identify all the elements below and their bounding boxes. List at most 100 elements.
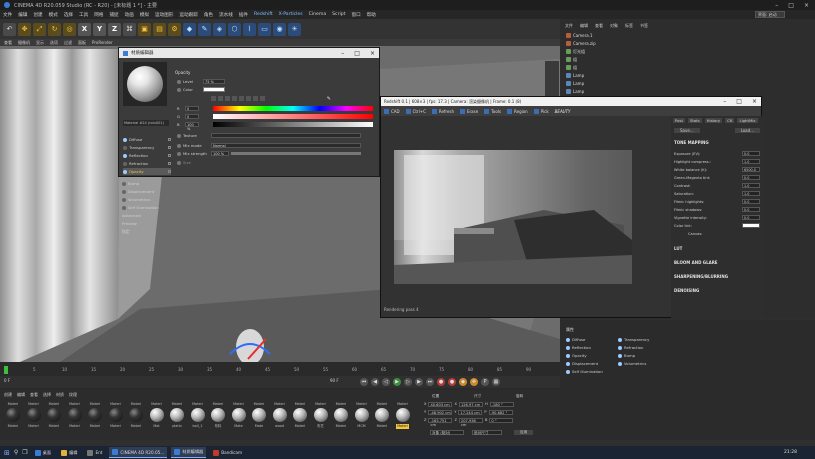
om-menu-objects[interactable]: 对象 <box>610 23 618 29</box>
channel-advanced[interactable]: Advanced <box>122 212 170 219</box>
tab-post[interactable]: Post <box>673 118 685 123</box>
mixer-icon[interactable] <box>253 96 258 101</box>
color-tint-swatch[interactable] <box>742 223 760 228</box>
menu-script[interactable]: Script <box>332 12 345 17</box>
white-balance-input[interactable]: 6500.0 <box>742 167 760 172</box>
vp-menu-options[interactable]: 选项 <box>50 40 58 46</box>
attr-row[interactable]: Refraction <box>618 344 643 351</box>
mm-menu-create[interactable]: 创建 <box>4 392 12 398</box>
channel-checkbox[interactable] <box>168 138 171 141</box>
contrast-input[interactable]: 1.0 <box>742 183 760 188</box>
material-thumbnail[interactable]: Materi MCM <box>353 402 371 436</box>
render-view-icon[interactable]: ▣ <box>138 22 151 36</box>
menu-redshift[interactable]: Redshift <box>254 12 273 17</box>
object-row[interactable]: 组 <box>566 56 577 63</box>
pla-icon[interactable]: ▦ <box>492 378 500 386</box>
pos-z-input[interactable]: -165.751 cm <box>428 417 453 427</box>
material-thumbnail[interactable]: Materi Mat <box>148 402 166 436</box>
go-end-icon[interactable]: ⏭ <box>426 378 434 386</box>
size-x-input[interactable]: 126.97 cm <box>458 401 483 407</box>
om-menu-view[interactable]: 查看 <box>595 23 603 29</box>
spectrum-icon[interactable] <box>218 96 223 101</box>
mm-menu-edit[interactable]: 编辑 <box>17 392 25 398</box>
vignette-input[interactable]: 0.0 <box>742 215 760 220</box>
mm-menu-select[interactable]: 选择 <box>43 392 51 398</box>
tab-history[interactable]: History <box>704 118 723 123</box>
task-desktop[interactable]: 桌面 <box>32 447 54 458</box>
size-z-input[interactable]: 207.936 cm <box>458 417 483 427</box>
mm-menu-texture[interactable]: 纹理 <box>69 392 77 398</box>
tint-input[interactable]: 0.0 <box>742 175 760 180</box>
search-icon[interactable]: ⚲ <box>14 449 18 456</box>
object-row[interactable]: 灯光组 <box>566 48 585 55</box>
render-settings-icon[interactable]: ⚙ <box>168 22 181 36</box>
task-view-icon[interactable]: ❐ <box>22 449 27 456</box>
material-thumbnail[interactable]: Materi Materi <box>373 402 391 436</box>
layout-select[interactable]: 界面: 启动 <box>755 11 785 18</box>
rotate-tool-icon[interactable]: ↻ <box>48 22 61 36</box>
cube-icon[interactable]: ◆ <box>183 22 196 36</box>
b-input[interactable]: 100 % <box>185 122 199 131</box>
go-start-icon[interactable]: ⏮ <box>360 378 368 386</box>
saturation-slider[interactable] <box>213 114 373 119</box>
play-icon[interactable]: ▶ <box>393 378 401 386</box>
menu-mesh[interactable]: 网格 <box>94 12 103 18</box>
om-menu-file[interactable]: 文件 <box>565 23 573 29</box>
material-thumbnail[interactable]: Materi Materi <box>107 402 125 436</box>
channel-diffuse[interactable]: Diffuse <box>123 136 171 143</box>
attr-row[interactable]: Diffuse <box>566 336 585 343</box>
tab-cr[interactable]: CR <box>725 118 735 123</box>
camera-icon[interactable]: ◉ <box>273 22 286 36</box>
clock[interactable]: 21:28 <box>784 450 815 455</box>
channel-checkbox[interactable] <box>168 162 171 165</box>
vp-menu-camera[interactable]: 摄像机 <box>18 40 30 46</box>
start-frame[interactable]: 0 F <box>4 378 10 383</box>
rot-b-input[interactable]: 0 ° <box>489 417 514 423</box>
menu-cinema[interactable]: Cinema <box>309 12 327 17</box>
swatches-icon[interactable] <box>260 96 265 101</box>
prev-frame-icon[interactable]: ◁ <box>382 378 390 386</box>
saturation-input[interactable]: 1.0 <box>742 191 760 196</box>
menu-help[interactable]: 帮助 <box>367 12 376 18</box>
subdivision-icon[interactable]: ◈ <box>213 22 226 36</box>
material-thumbnail[interactable]: Materi platin <box>168 402 186 436</box>
scale-tool-icon[interactable]: ⤢ <box>33 22 46 36</box>
channel-volumetrics[interactable]: Volumetrics <box>122 196 170 203</box>
object-row[interactable]: Lamp <box>566 80 584 87</box>
attr-row[interactable]: Reflection <box>566 344 591 351</box>
save-button[interactable]: Save... <box>674 128 700 133</box>
highlight-input[interactable]: 1.0 <box>742 159 760 164</box>
attr-row[interactable]: Bump <box>618 352 635 359</box>
attr-row[interactable]: Transparency <box>618 336 649 343</box>
menu-select[interactable]: 选择 <box>64 12 73 18</box>
filmic-highlights-input[interactable]: 0.0 <box>742 199 760 204</box>
close-button[interactable]: × <box>804 2 809 9</box>
deformer-icon[interactable]: ⌇ <box>243 22 256 36</box>
attr-row[interactable]: Opacity <box>566 352 587 359</box>
material-thumbnail[interactable]: Materi ball_1 <box>189 402 207 436</box>
attr-row[interactable]: Volumetrics <box>618 360 646 367</box>
aov-select[interactable]: BEAUTY <box>555 109 571 114</box>
hue-slider[interactable] <box>213 106 373 111</box>
lut-header[interactable]: LUT <box>674 246 682 251</box>
bloom-header[interactable]: BLOOM AND GLARE <box>674 260 718 265</box>
material-thumbnail[interactable]: Materi 布艺 <box>312 402 330 436</box>
region-button[interactable]: Region <box>507 108 528 114</box>
autokey-icon[interactable]: ● <box>448 378 456 386</box>
maximize-button[interactable]: □ <box>354 50 360 57</box>
material-thumbnail[interactable]: Materi Materi <box>25 402 43 436</box>
size-y-input[interactable]: 17.244 cm <box>458 409 483 415</box>
render-image[interactable] <box>394 150 632 284</box>
motion-icon[interactable]: ✥ <box>470 378 478 386</box>
menu-snap[interactable]: 捕捉 <box>109 12 118 18</box>
rgb-icon[interactable] <box>232 96 237 101</box>
y-axis-icon[interactable]: Y <box>93 22 106 36</box>
object-row[interactable]: Lamp <box>566 72 584 79</box>
rot-p-input[interactable]: -90.682 ° <box>488 409 513 415</box>
pen-icon[interactable]: ✎ <box>198 22 211 36</box>
minimize-button[interactable]: – <box>341 50 344 57</box>
channel-preview[interactable]: Preview <box>122 220 170 227</box>
vp-menu-prorender[interactable]: ProRender <box>92 40 113 45</box>
prev-key-icon[interactable]: ◀ <box>371 378 379 386</box>
vp-menu-panel[interactable]: 面板 <box>78 40 86 46</box>
